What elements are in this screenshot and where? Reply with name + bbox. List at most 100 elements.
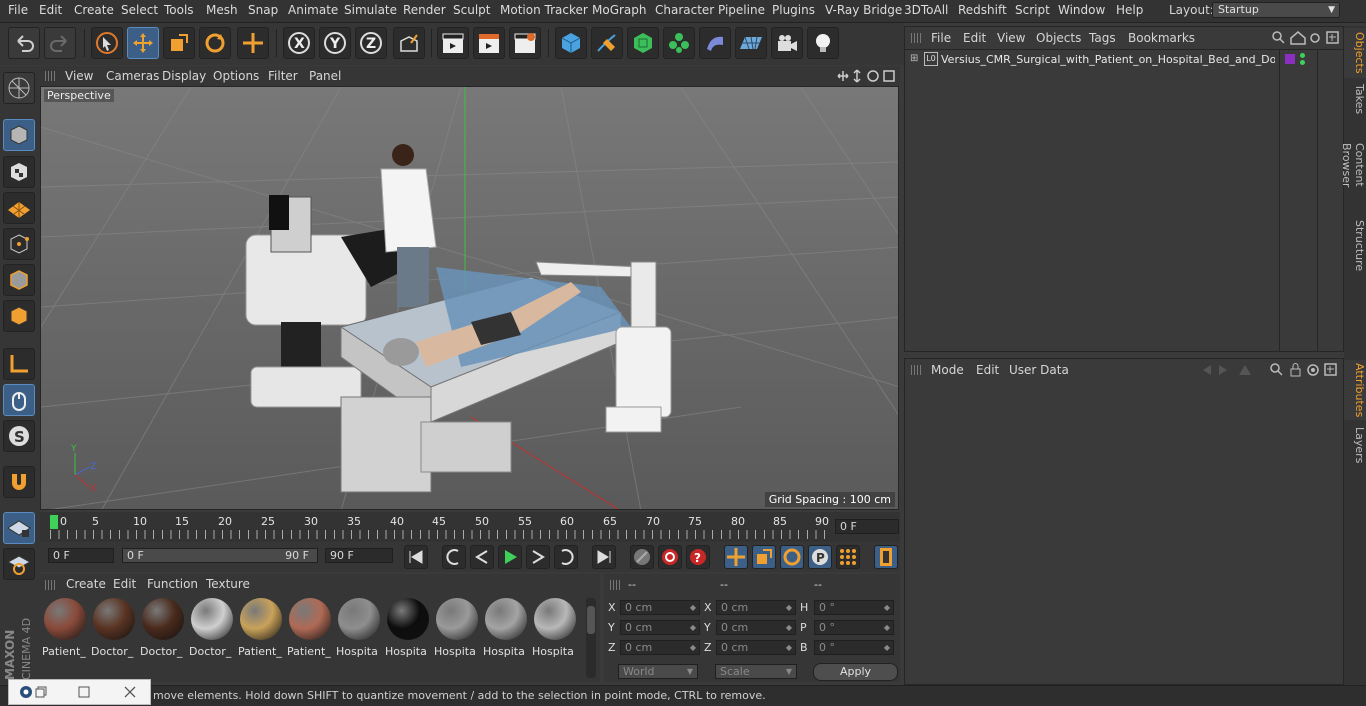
attribute-manager-tools[interactable] <box>1199 362 1343 378</box>
next-frame-button[interactable] <box>526 545 550 569</box>
rotation-field[interactable]: 0 ° ◆ <box>814 600 894 615</box>
object-tree-row[interactable]: ⊞ L0 Versius_CMR_Surgical_with_Patient_o… <box>905 51 1305 69</box>
next-key-button[interactable] <box>554 545 578 569</box>
object-menu-view[interactable]: View <box>997 31 1025 45</box>
key-pla-button[interactable] <box>836 545 860 569</box>
attribute-menu-mode[interactable]: Mode <box>931 363 964 377</box>
key-rotation-button[interactable] <box>780 545 804 569</box>
menu-character[interactable]: Character <box>655 3 714 17</box>
attribute-menu-edit[interactable]: Edit <box>976 363 999 377</box>
z-axis-button[interactable]: Z <box>355 27 387 59</box>
stepper-icon[interactable]: ◆ <box>786 621 792 634</box>
stepper-icon[interactable]: ◆ <box>786 641 792 654</box>
key-parameter-button[interactable]: P <box>808 545 832 569</box>
menu-mesh[interactable]: Mesh <box>206 3 238 17</box>
stepper-icon[interactable]: ◆ <box>690 601 696 614</box>
viewport-menu-cameras[interactable]: Cameras <box>106 69 159 83</box>
editor-visibility-dot[interactable] <box>1300 53 1305 58</box>
object-name[interactable]: Versius_CMR_Surgical_with_Patient_on_Hos… <box>941 53 1275 66</box>
autokey-help-button[interactable]: ? <box>686 545 710 569</box>
object-menu-bookmarks[interactable]: Bookmarks <box>1128 31 1195 45</box>
menu-window[interactable]: Window <box>1058 3 1105 17</box>
edges-mode-button[interactable] <box>3 264 35 296</box>
viewport-menu-panel[interactable]: Panel <box>309 69 341 83</box>
menu-file[interactable]: File <box>8 3 28 17</box>
size-mode-select[interactable]: Scale ▼ <box>715 664 797 679</box>
material-menu-function[interactable]: Function <box>147 577 198 591</box>
material-swatch[interactable]: Patient_ <box>42 598 88 658</box>
viewport-menu-display[interactable]: Display <box>162 69 206 83</box>
menu-help[interactable]: Help <box>1116 3 1143 17</box>
render-to-picture-viewer-button[interactable] <box>473 27 505 59</box>
rotation-field[interactable]: 0 ° ◆ <box>814 640 894 655</box>
menu-sculpt[interactable]: Sculpt <box>453 3 490 17</box>
object-menu-file[interactable]: File <box>931 31 951 45</box>
texture-mode-button[interactable] <box>3 156 35 188</box>
menu-script[interactable]: Script <box>1015 3 1050 17</box>
tab-content-browser[interactable]: Content Browser <box>1340 122 1366 208</box>
y-axis-button[interactable]: Y <box>319 27 351 59</box>
menu-plugins[interactable]: Plugins <box>772 3 815 17</box>
tab-layers[interactable]: Layers <box>1344 426 1366 464</box>
workplane-mode-button[interactable] <box>3 192 35 224</box>
stepper-icon[interactable]: ◆ <box>690 621 696 634</box>
tab-attributes[interactable]: Attributes <box>1344 360 1366 420</box>
viewport-menu-options[interactable]: Options <box>213 69 259 83</box>
timeline-ruler[interactable]: 0 5 10 15 20 25 30 35 40 45 50 55 60 65 … <box>40 512 900 542</box>
tab-structure[interactable]: Structure <box>1344 220 1366 272</box>
menu-vray-bridge[interactable]: V-Ray Bridge <box>825 3 902 17</box>
start-frame-field[interactable]: 0 F <box>48 548 114 563</box>
close-icon[interactable] <box>124 686 136 698</box>
menu-pipeline[interactable]: Pipeline <box>718 3 765 17</box>
polygons-mode-button[interactable] <box>3 300 35 332</box>
render-visibility-dot[interactable] <box>1300 60 1305 65</box>
object-menu-edit[interactable]: Edit <box>963 31 986 45</box>
restore-icon[interactable] <box>35 686 47 698</box>
object-menu-objects[interactable]: Objects <box>1036 31 1081 45</box>
points-mode-button[interactable] <box>3 228 35 260</box>
workplane-snap-button[interactable] <box>3 512 35 544</box>
snap-button[interactable] <box>3 466 35 498</box>
x-axis-button[interactable]: X <box>283 27 315 59</box>
menu-mograph[interactable]: MoGraph <box>592 3 647 17</box>
material-swatch[interactable]: Hospita <box>336 598 382 658</box>
end-frame-field[interactable]: 90 F <box>325 548 393 563</box>
maximize-icon[interactable] <box>78 686 90 698</box>
coordinate-system-button[interactable] <box>393 27 425 59</box>
key-position-button[interactable] <box>724 545 748 569</box>
redo-button[interactable] <box>44 27 76 59</box>
size-field[interactable]: 0 cm ◆ <box>716 600 796 615</box>
material-swatch[interactable]: Doctor_ <box>140 598 186 658</box>
menu-create[interactable]: Create <box>74 3 114 17</box>
scrollbar-thumb[interactable] <box>587 606 595 634</box>
stepper-icon[interactable]: ◆ <box>884 601 890 614</box>
expand-plus-icon[interactable]: ⊞ <box>910 53 918 64</box>
tab-objects[interactable]: Objects <box>1344 28 1366 78</box>
go-to-start-button[interactable] <box>404 545 428 569</box>
material-swatch[interactable]: Doctor_ <box>91 598 137 658</box>
material-menu-edit[interactable]: Edit <box>113 577 136 591</box>
recent-tools-button[interactable] <box>237 27 269 59</box>
material-swatch[interactable]: Hospita <box>385 598 431 658</box>
light-button[interactable] <box>807 27 839 59</box>
layout-select[interactable]: Startup ▼ <box>1212 2 1340 18</box>
cube-primitive-button[interactable] <box>555 27 587 59</box>
key-scale-button[interactable] <box>752 545 776 569</box>
stepper-icon[interactable]: ◆ <box>690 641 696 654</box>
stepper-icon[interactable]: ◆ <box>884 621 890 634</box>
go-to-end-button[interactable] <box>592 545 616 569</box>
record-position-button[interactable] <box>630 545 654 569</box>
subdivision-surface-button[interactable] <box>627 27 659 59</box>
material-swatch[interactable]: Hospita <box>483 598 529 658</box>
object-menu-tags[interactable]: Tags <box>1089 31 1116 45</box>
viewport-navigation-icons[interactable] <box>836 68 898 84</box>
scale-tool-button[interactable] <box>163 27 195 59</box>
locked-workplane-button[interactable] <box>3 548 35 580</box>
rotation-field[interactable]: 0 ° ◆ <box>814 620 894 635</box>
undo-button[interactable] <box>8 27 40 59</box>
material-swatch[interactable]: Patient_ <box>238 598 284 658</box>
stepper-icon[interactable]: ◆ <box>884 641 890 654</box>
pen-spline-button[interactable] <box>591 27 623 59</box>
position-field[interactable]: 0 cm ◆ <box>620 640 700 655</box>
menu-3dtoall[interactable]: 3DToAll <box>904 3 948 17</box>
